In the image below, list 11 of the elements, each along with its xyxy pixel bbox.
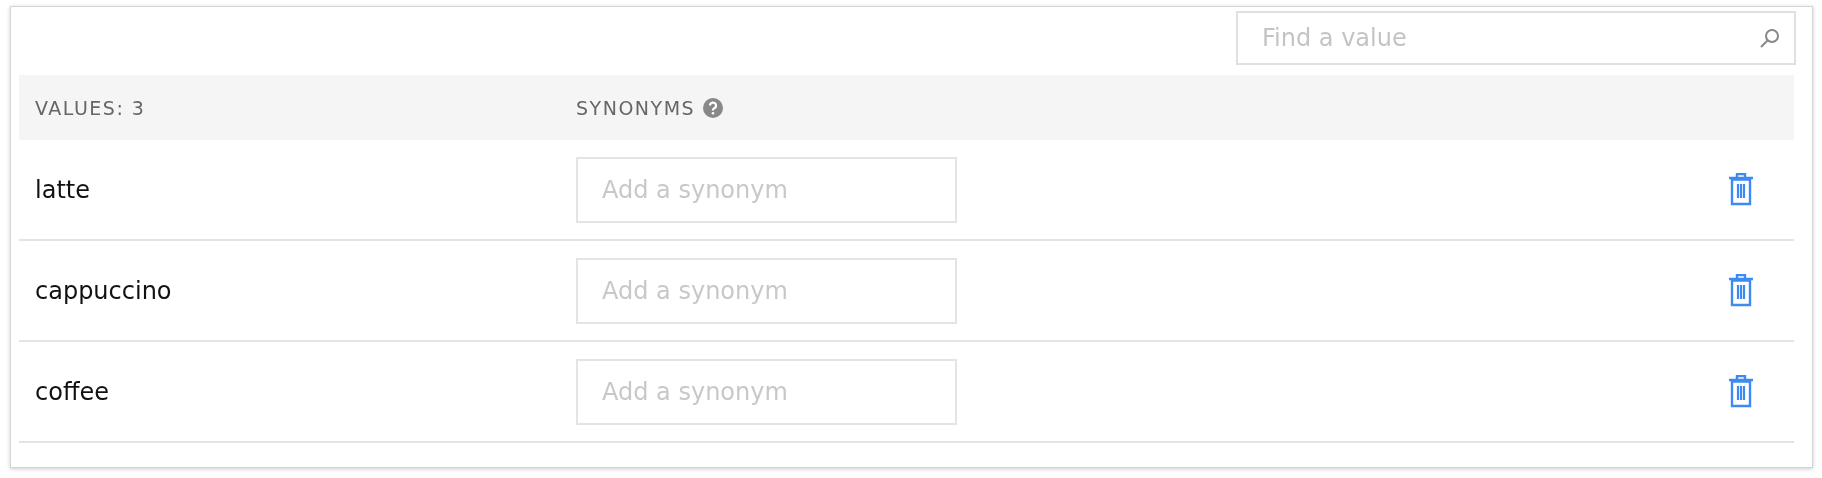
help-icon[interactable] [703,97,724,118]
delete-icon[interactable] [1728,375,1754,408]
search-field[interactable]: Find a value [1236,11,1796,65]
delete-icon[interactable] [1728,274,1754,307]
value-text: latte [34,175,91,204]
search-icon [1758,26,1782,50]
column-header: SYNONYMS [576,96,696,119]
value-text: cappuccino [34,276,173,305]
column-header: VALUES: 3 [34,96,147,119]
value-text: coffee [34,377,110,406]
delete-icon[interactable] [1728,173,1754,206]
